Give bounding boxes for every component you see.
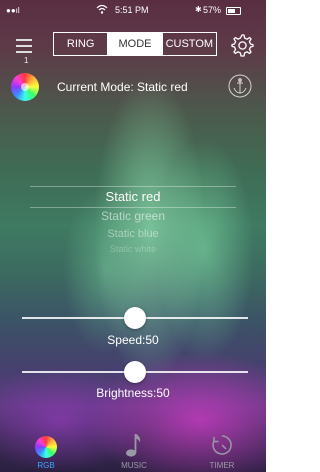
picker-divider (30, 186, 236, 187)
speed-slider[interactable] (22, 307, 248, 329)
menu-badge: 1 (24, 56, 29, 65)
music-note-icon (126, 434, 141, 457)
brightness-label: Brightness:50 (96, 386, 170, 400)
brightness-slider-thumb[interactable] (124, 361, 146, 383)
battery-icon (226, 7, 241, 15)
brightness-slider[interactable] (22, 361, 248, 383)
tab-mode[interactable]: MODE (107, 33, 162, 55)
battery-percent: 57% (203, 5, 222, 15)
bottom-tab-bar: RGB MUSIC TIMER (0, 428, 266, 472)
tab-music[interactable]: MUSIC (104, 428, 164, 472)
tab-ring[interactable]: RING (54, 33, 107, 55)
current-mode-label: Current Mode: Static red (57, 80, 188, 94)
gear-icon[interactable] (230, 33, 254, 57)
anchor-icon[interactable] (228, 74, 252, 98)
wifi-icon (96, 4, 108, 16)
menu-button[interactable] (13, 36, 35, 56)
mode-option[interactable]: Static white (30, 244, 236, 254)
tab-music-label: MUSIC (121, 461, 147, 470)
color-wheel-icon (35, 436, 57, 458)
screen: ●●ıl 5:51 PM ✱ 57% 1 RING MODE CUSTOM Cu… (0, 0, 266, 472)
speed-slider-thumb[interactable] (124, 307, 146, 329)
speed-label: Speed:50 (107, 333, 159, 347)
tab-rgb-label: RGB (37, 461, 55, 470)
timer-icon (212, 435, 232, 455)
tab-timer-label: TIMER (209, 461, 235, 470)
status-time: 5:51 PM (115, 5, 149, 15)
tab-timer[interactable]: TIMER (192, 428, 252, 472)
mode-option[interactable]: Static red (30, 189, 236, 204)
tab-custom[interactable]: CUSTOM (161, 33, 216, 55)
mode-segmented-control: RING MODE CUSTOM (53, 32, 217, 56)
picker-divider (30, 207, 236, 208)
color-wheel-icon[interactable] (11, 73, 39, 101)
bluetooth-icon: ✱ (195, 5, 202, 14)
tab-rgb[interactable]: RGB (16, 428, 76, 472)
mode-option[interactable]: Static green (30, 209, 236, 223)
mode-option[interactable]: Static blue (30, 228, 236, 240)
signal-icon: ●●ıl (6, 6, 20, 15)
status-bar: ●●ıl 5:51 PM ✱ 57% (0, 0, 266, 20)
